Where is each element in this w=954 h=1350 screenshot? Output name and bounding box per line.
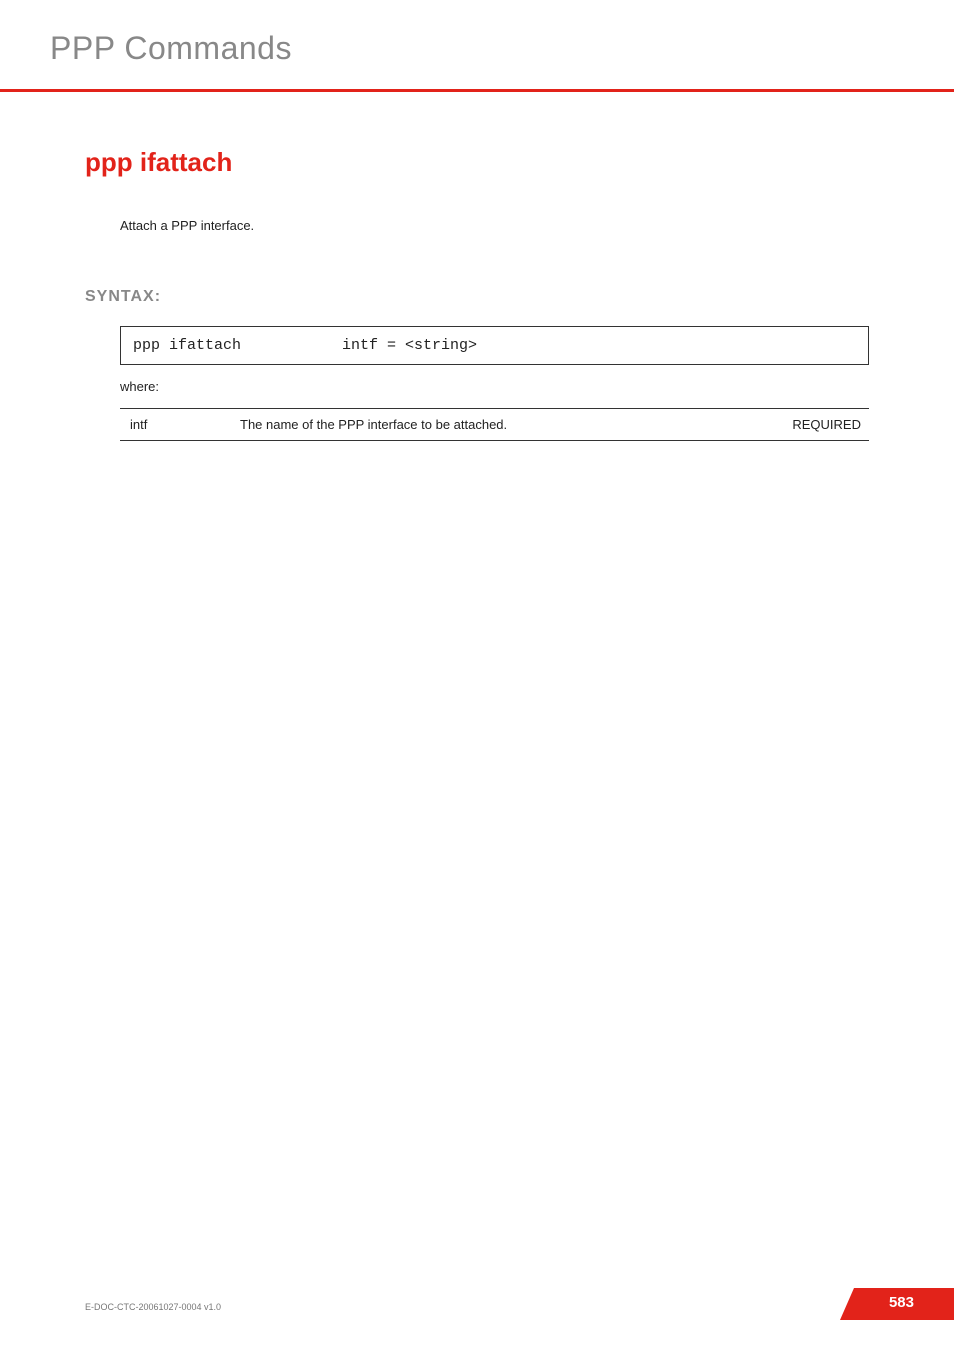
syntax-box: ppp ifattach intf = <string>	[120, 326, 869, 365]
param-desc: The name of the PPP interface to be atta…	[240, 417, 769, 432]
command-heading: ppp ifattach	[85, 147, 869, 178]
param-required: REQUIRED	[769, 417, 869, 432]
where-label: where:	[120, 379, 869, 394]
syntax-args: intf = <string>	[342, 337, 477, 354]
param-name: intf	[130, 417, 240, 432]
page-number-tab: 583	[854, 1288, 954, 1320]
syntax-command: ppp ifattach	[133, 337, 333, 354]
param-table: intf The name of the PPP interface to be…	[120, 408, 869, 441]
page-number: 583	[889, 1294, 914, 1311]
footer-docid: E-DOC-CTC-20061027-0004 v1.0	[85, 1302, 221, 1312]
param-row: intf The name of the PPP interface to be…	[120, 409, 869, 440]
command-description: Attach a PPP interface.	[120, 218, 869, 233]
page-header-title: PPP Commands	[50, 30, 869, 67]
syntax-label: SYNTAX:	[85, 288, 869, 306]
